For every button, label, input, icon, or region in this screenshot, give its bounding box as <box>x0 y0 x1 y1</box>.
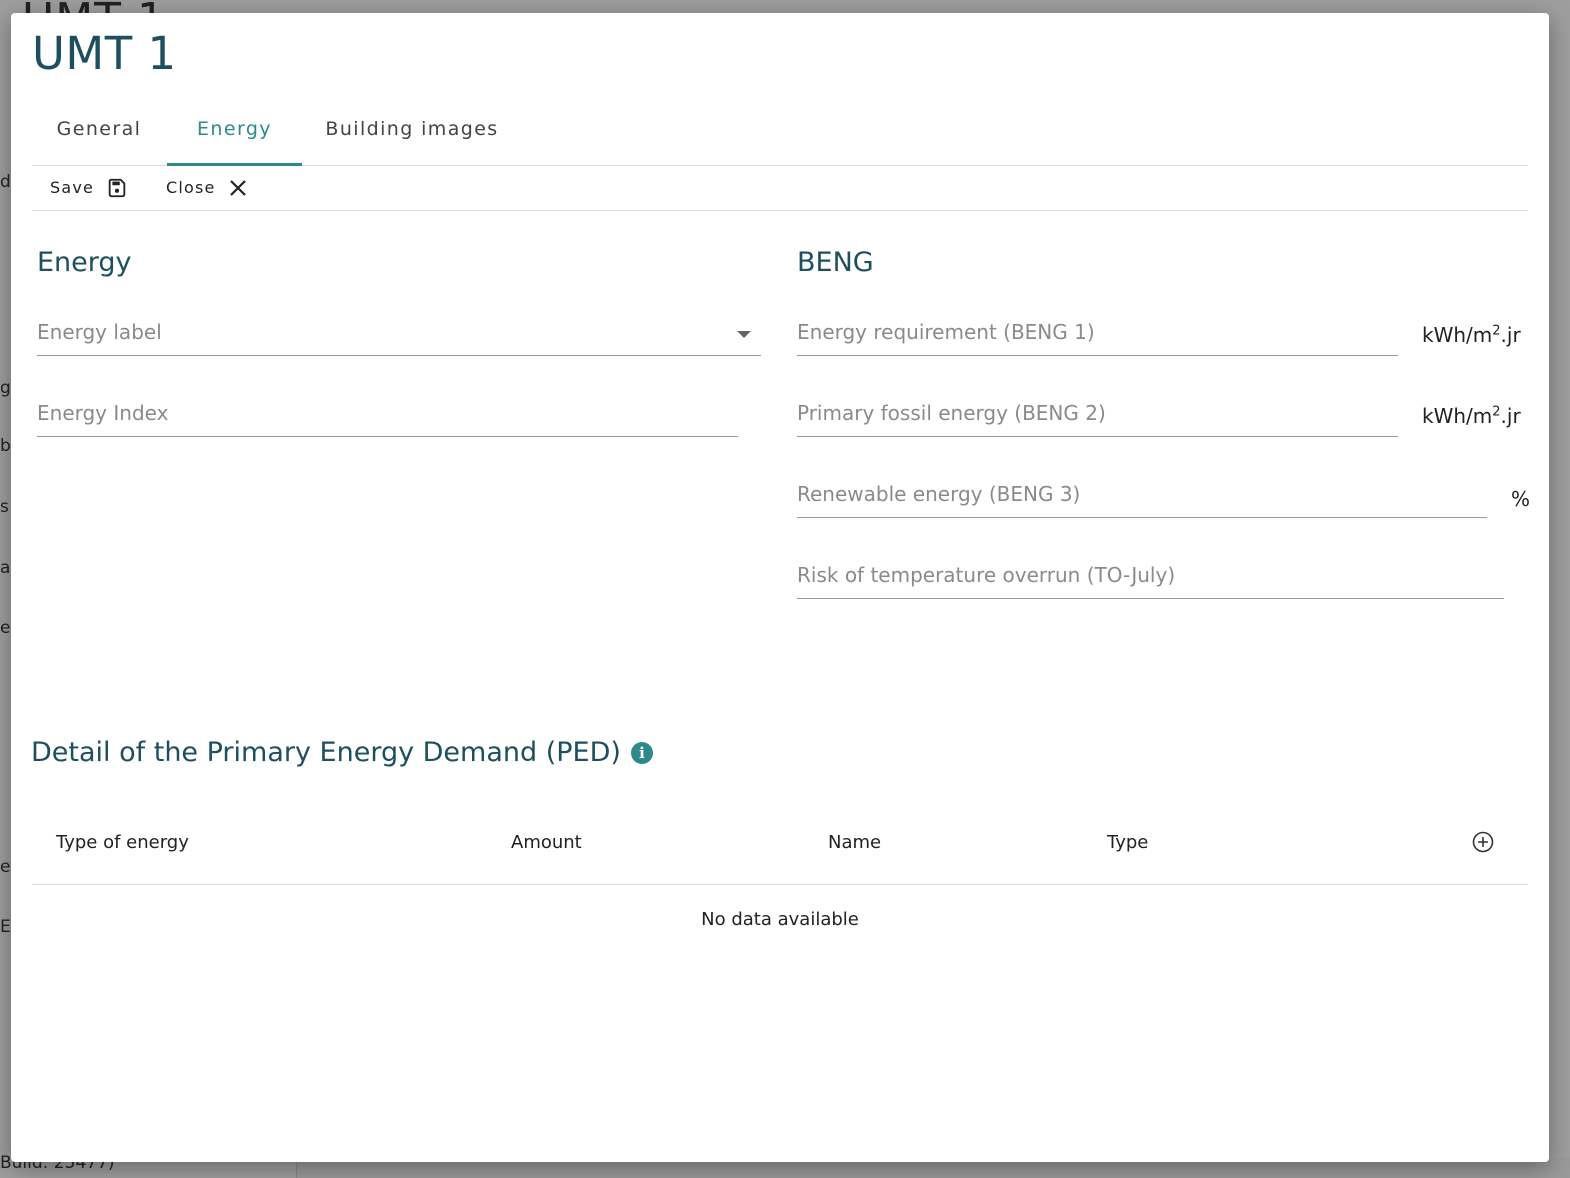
energy-index-input[interactable] <box>37 392 738 434</box>
ped-title-text: Detail of the Primary Energy Demand (PED… <box>31 737 621 768</box>
energy-label-select[interactable] <box>37 311 761 356</box>
add-circle-icon[interactable] <box>1472 831 1494 853</box>
column-header-name[interactable]: Name <box>828 813 881 873</box>
ped-table-header: Type of energy Amount Name Type <box>32 813 1528 885</box>
beng3-field[interactable] <box>797 473 1487 518</box>
close-label: Close <box>166 178 216 197</box>
beng3-input[interactable] <box>797 473 1487 515</box>
temperature-overrun-input[interactable] <box>797 554 1504 596</box>
temperature-overrun-field[interactable] <box>797 554 1504 599</box>
edit-dialog: UMT 1 General Energy Building images Sav… <box>11 13 1549 1162</box>
beng1-field[interactable] <box>797 311 1398 356</box>
dialog-title: UMT 1 <box>32 27 177 80</box>
beng1-unit: kWh/m2.jr <box>1422 323 1521 347</box>
ped-section-title: Detail of the Primary Energy Demand (PED… <box>31 737 653 768</box>
beng2-input[interactable] <box>797 392 1398 434</box>
save-button[interactable]: Save <box>50 165 128 210</box>
background-fragment: E <box>0 917 11 937</box>
energy-index-field[interactable] <box>37 392 738 437</box>
tab-bar: General Energy Building images <box>32 108 1528 166</box>
energy-section-title: Energy <box>37 247 132 278</box>
column-header-amount[interactable]: Amount <box>511 813 582 873</box>
background-fragment: s <box>0 497 9 517</box>
save-icon <box>106 177 128 199</box>
toolbar: Save Close <box>32 165 1528 211</box>
empty-table-message: No data available <box>701 909 859 930</box>
chevron-down-icon[interactable] <box>737 331 751 338</box>
beng1-input[interactable] <box>797 311 1398 353</box>
close-icon <box>228 178 248 198</box>
energy-label-input[interactable] <box>37 311 761 353</box>
background-fragment: g <box>0 378 11 398</box>
beng-section-title: BENG <box>797 247 874 278</box>
column-header-type[interactable]: Type <box>1107 813 1148 873</box>
beng2-unit: kWh/m2.jr <box>1422 404 1521 428</box>
tab-energy[interactable]: Energy <box>167 108 302 166</box>
beng3-unit: % <box>1511 487 1531 511</box>
column-header-type-of-energy[interactable]: Type of energy <box>56 813 189 873</box>
background-fragment: a <box>0 558 11 578</box>
close-button[interactable]: Close <box>166 165 248 210</box>
background-fragment: d <box>0 172 11 192</box>
tab-building-images[interactable]: Building images <box>308 108 516 165</box>
save-label: Save <box>50 178 95 197</box>
background-fragment: b <box>0 436 11 456</box>
info-icon[interactable]: i <box>630 741 653 764</box>
beng2-field[interactable] <box>797 392 1398 437</box>
tab-general[interactable]: General <box>32 108 166 165</box>
